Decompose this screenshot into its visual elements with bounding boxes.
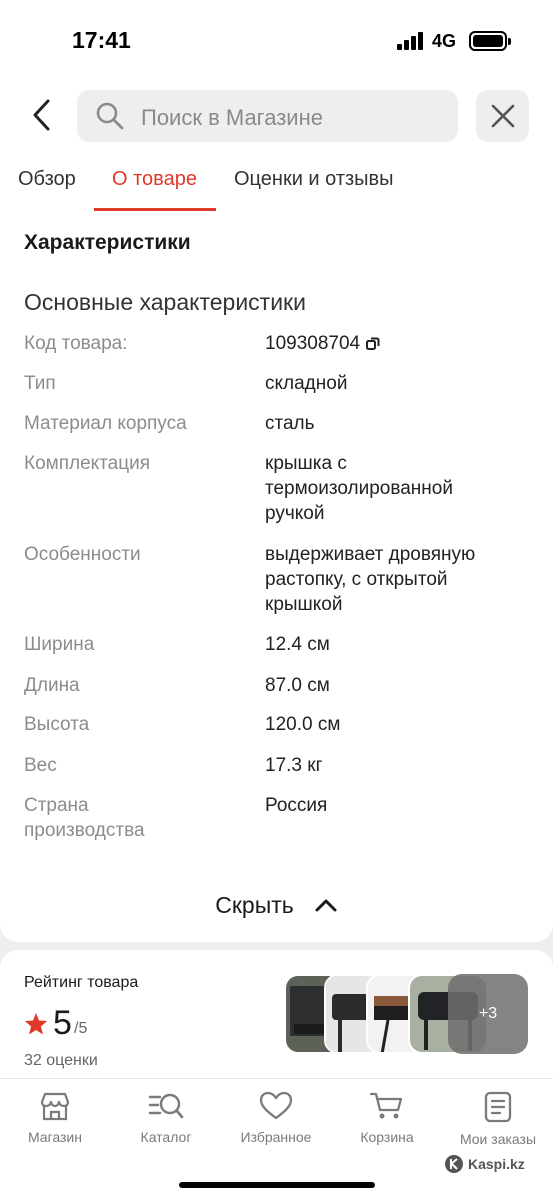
spec-label: Тип [24,373,56,394]
close-icon [491,104,515,128]
battery-icon [469,31,511,51]
spec-label: Комплектация [24,453,151,474]
nav-item-catalog[interactable]: Каталог [111,1091,221,1145]
tab-overview[interactable]: Обзор [18,168,76,191]
spec-label: Материал корпуса [24,413,187,434]
spec-label: Код товара: [24,333,128,354]
nav-label: Корзина [360,1129,414,1145]
rating-value: 5 [53,1004,72,1042]
status-time: 17:41 [72,27,131,53]
spec-value: 87.0 см [265,675,330,696]
heart-icon [259,1091,293,1120]
spec-label: Вес [24,755,57,776]
search-placeholder: Поиск в Магазине [141,105,323,130]
rating-title: Рейтинг товара [24,974,139,991]
spec-value-code: 109308704 [265,331,535,356]
search-icon [96,102,124,130]
nav-label: Каталог [140,1129,192,1145]
spec-label: Высота [24,714,90,735]
section-title: Характеристики [24,231,191,254]
nav-label: Магазин [27,1129,82,1145]
spec-label: Длина [24,675,80,696]
status-bar: 17:41 4G [0,0,553,84]
nav-item-orders[interactable]: Мои заказы [443,1091,553,1147]
chevron-left-icon [33,99,50,131]
active-tab-indicator [94,208,216,211]
chevron-up-icon [315,899,337,912]
network-label: 4G [432,31,457,51]
spec-label: Особенности [24,544,141,565]
spec-value: крышка с термоизолированной ручкой [265,453,453,524]
hide-label: Скрыть [215,891,294,918]
signal-icon [397,32,423,50]
kaspi-logo-icon [445,1155,463,1173]
catalog-search-icon [148,1093,184,1119]
tab-bar: Обзор О товаре Оценки и отзывы [0,158,553,212]
tab-about-product[interactable]: О товаре [112,168,197,191]
cart-icon [369,1092,403,1119]
spec-value: складной [265,373,348,394]
group-title: Основные характеристики [24,289,306,315]
copy-icon[interactable] [366,337,380,351]
spec-value: сталь [265,413,315,434]
orders-icon [484,1091,512,1123]
product-code: 109308704 [265,333,361,354]
spec-value: 12.4 см [265,634,330,655]
home-indicator [179,1182,375,1188]
spec-label: Ширина [24,634,95,655]
nav-item-favorites[interactable]: Избранное [221,1091,331,1145]
nav-item-store[interactable]: Магазин [0,1091,110,1145]
hide-specs-button[interactable]: Скрыть [0,884,553,926]
header: Поиск в Магазине Обзор О товаре Оценки и… [0,84,553,212]
kaspi-watermark: Kaspi.kz [444,1154,525,1174]
review-photos: +3 [284,974,529,1054]
watermark-text: Kaspi.kz [468,1156,525,1172]
close-button[interactable] [476,90,529,142]
spec-value: Россия [265,795,328,816]
more-photos-button[interactable]: +3 [448,974,528,1054]
search-input[interactable]: Поиск в Магазине [77,90,458,142]
tab-reviews[interactable]: Оценки и отзывы [234,168,394,191]
nav-label: Избранное [240,1129,312,1145]
store-icon [40,1092,70,1121]
nav-label: Мои заказы [459,1131,537,1147]
rating-max: /5 [74,1020,88,1037]
rating-card[interactable]: Рейтинг товара 5 /5 32 оценки +3 [0,950,553,1090]
star-icon [25,1013,47,1035]
nav-item-cart[interactable]: Корзина [332,1091,442,1145]
spec-label: Страна производства [24,795,145,841]
back-button[interactable] [28,98,58,132]
spec-value: выдерживает дровяную растопку, с открыто… [265,544,476,615]
spec-value: 120.0 см [265,714,341,735]
specs-card: Характеристики Основные характеристики К… [0,212,553,942]
spec-value: 17.3 кг [265,755,323,776]
rating-count[interactable]: 32 оценки [24,1052,98,1070]
